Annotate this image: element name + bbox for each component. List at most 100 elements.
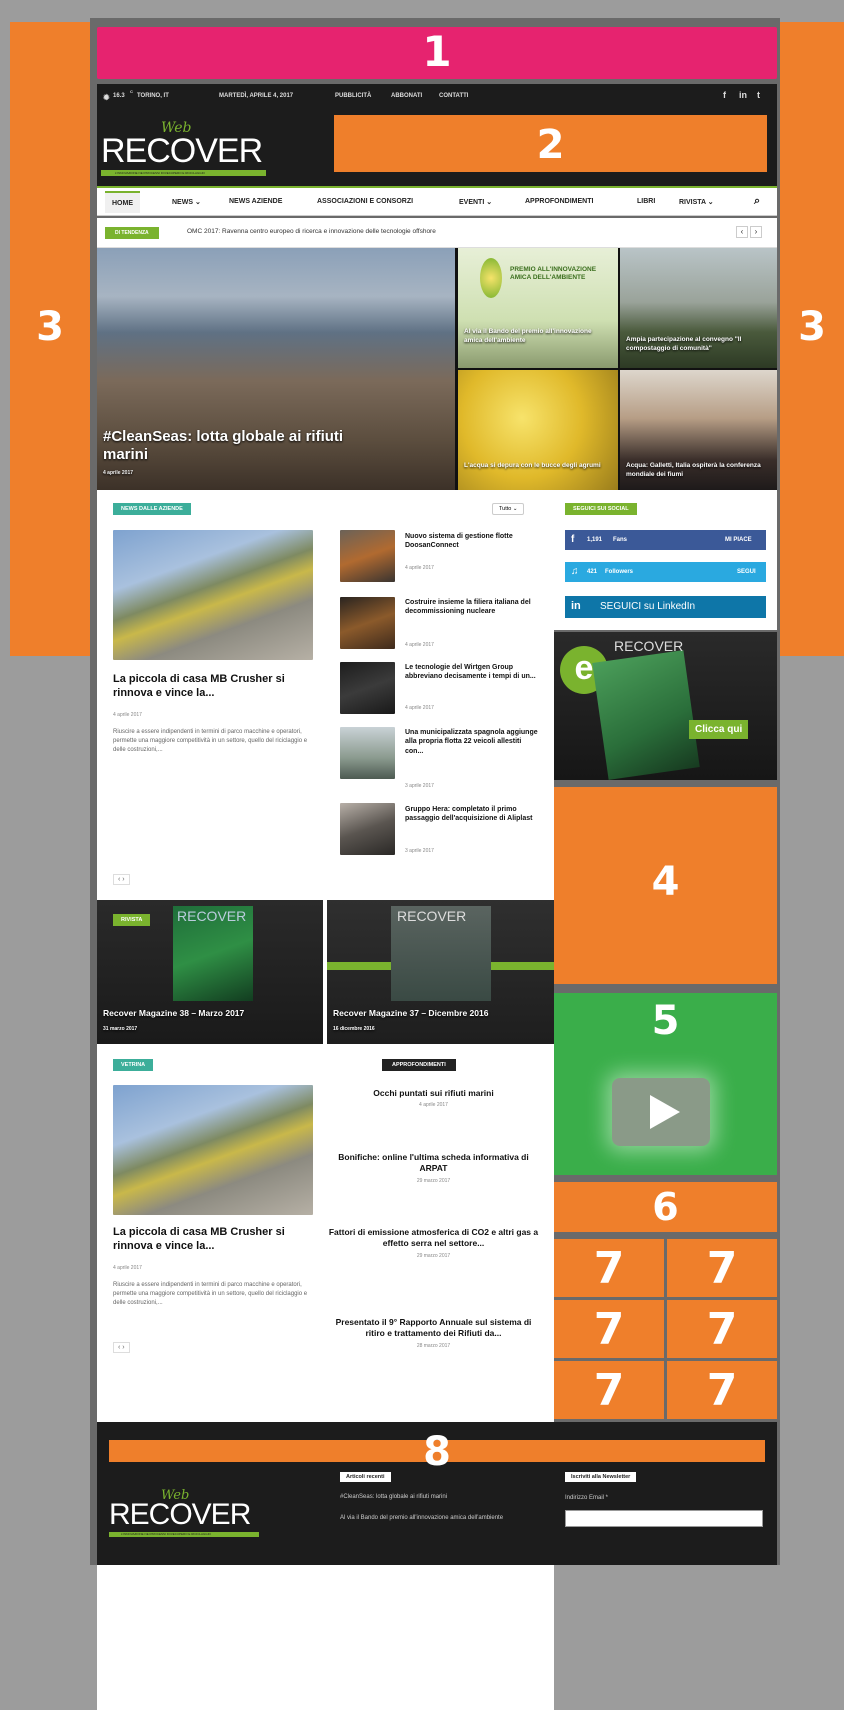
news-pager[interactable]: ‹ ›: [113, 874, 130, 885]
news-list-title[interactable]: Costruire insieme la filiera italiana de…: [405, 598, 540, 617]
ticker-prev-button[interactable]: ‹: [736, 226, 748, 238]
featured-tile-4[interactable]: Acqua: Galletti, Italia ospiterà la conf…: [620, 370, 777, 490]
trending-headline[interactable]: OMC 2017: Ravenna centro europeo di rice…: [187, 228, 436, 235]
news-filter-dropdown[interactable]: Tutto ⌄: [492, 503, 525, 515]
slot-number: 7: [593, 1365, 625, 1416]
approf-item[interactable]: Fattori di emissione atmosferica di CO2 …: [325, 1227, 542, 1259]
magazine-tile-37[interactable]: RECOVER Recover Magazine 37 – Dicembre 2…: [327, 900, 554, 1044]
right-skin-ad-slot[interactable]: 3: [780, 22, 844, 656]
facebook-icon[interactable]: f: [723, 90, 726, 100]
magazine-ad-banner[interactable]: e RECOVER Clicca qui: [554, 632, 777, 780]
small-ad-slot[interactable]: 7: [554, 1361, 664, 1419]
slot-number: 8: [423, 1429, 451, 1475]
news-list-title[interactable]: Nuovo sistema di gestione flotte DoosanC…: [405, 532, 540, 551]
nav-approfondimenti[interactable]: APPROFONDIMENTI: [525, 198, 593, 205]
magazine-38-title[interactable]: Recover Magazine 38 – Marzo 2017: [103, 1008, 244, 1018]
top-leaderboard-ad-slot[interactable]: 1: [97, 27, 777, 79]
small-ad-slot[interactable]: 7: [554, 1239, 664, 1297]
site-footer: 8 Web RECOVER L'INNOVAZIONE NEI PROCESSI…: [97, 1422, 777, 1565]
footer-logo[interactable]: Web RECOVER L'INNOVAZIONE NEI PROCESSI D…: [101, 1488, 271, 1548]
news-lead-date: 4 aprile 2017: [113, 712, 142, 718]
news-list-title[interactable]: Le tecnologie del Wirtgen Group abbrevia…: [405, 663, 540, 682]
facebook-label: Fans: [613, 537, 628, 543]
approf-title[interactable]: Bonifiche: online l'ultima scheda inform…: [325, 1152, 542, 1175]
ad-logo: RECOVER: [614, 638, 684, 654]
featured-tile-2-title[interactable]: Ampia partecipazione al convegno "Il com…: [626, 336, 771, 354]
featured-tile-3[interactable]: L'acqua si depura con le bucce degli agr…: [458, 370, 618, 490]
magazine-37-title[interactable]: Recover Magazine 37 – Dicembre 2016: [333, 1008, 488, 1018]
ad-cta-button[interactable]: Clicca qui: [689, 720, 749, 739]
play-button[interactable]: [612, 1078, 710, 1146]
small-ad-slot[interactable]: 7: [667, 1239, 777, 1297]
site-logo[interactable]: Web RECOVER L'INNOVAZIONE NEI PROCESSI D…: [101, 120, 271, 180]
nav-home[interactable]: HOME: [105, 191, 140, 213]
footer-recent-link[interactable]: Al via il Bando del premio all'innovazio…: [340, 1514, 540, 1524]
facebook-follow-button[interactable]: f 1,191 Fans MI PIACE: [565, 530, 766, 550]
ticker-next-button[interactable]: ›: [750, 226, 762, 238]
logo-wordmark: RECOVER: [101, 132, 263, 170]
video-ad-slot[interactable]: 5: [554, 993, 777, 1175]
approf-item[interactable]: Occhi puntati sui rifiuti marini 4 april…: [325, 1088, 542, 1108]
news-list-thumb[interactable]: [340, 803, 395, 855]
left-skin-ad-slot[interactable]: 3: [10, 22, 90, 656]
linkedin-follow-button[interactable]: in SEGUICI su LinkedIn: [565, 596, 766, 618]
topbar-link-contatti[interactable]: CONTATTI: [439, 93, 468, 99]
news-list-thumb[interactable]: [340, 727, 395, 779]
nav-eventi[interactable]: EVENTI ⌄: [459, 198, 492, 206]
footer-recent-link[interactable]: #CleanSeas: lotta globale ai rifiuti mar…: [340, 1494, 540, 1500]
featured-tile-1[interactable]: PREMIO ALL'INNOVAZIONE AMICA DELL'AMBIEN…: [458, 248, 618, 368]
news-list-thumb[interactable]: [340, 662, 395, 714]
rivista-badge: RIVISTA: [113, 914, 151, 926]
twitter-follow-button[interactable]: ♫ 421 Followers SEGUI: [565, 562, 766, 582]
small-ad-slot[interactable]: 7: [667, 1300, 777, 1358]
featured-tile-2[interactable]: Ampia partecipazione al convegno "Il com…: [620, 248, 777, 368]
topbar-link-pubblicita[interactable]: PUBBLICITÀ: [335, 93, 371, 99]
featured-main-tile[interactable]: #CleanSeas: lotta globale ai rifiuti mar…: [97, 248, 455, 490]
featured-tile-1-title[interactable]: Al via il Bando del premio all'innovazio…: [464, 328, 604, 346]
approf-item[interactable]: Presentato il 9° Rapporto Annuale sul si…: [325, 1317, 542, 1349]
magazine-tile-38[interactable]: RECOVER RIVISTA Recover Magazine 38 – Ma…: [97, 900, 323, 1044]
news-list-thumb[interactable]: [340, 597, 395, 649]
news-list-title[interactable]: Gruppo Hera: completato il primo passagg…: [405, 805, 540, 824]
header-ad-slot[interactable]: 2: [334, 115, 767, 172]
featured-main-date: 4 aprile 2017: [103, 470, 134, 476]
approf-title[interactable]: Presentato il 9° Rapporto Annuale sul si…: [325, 1317, 542, 1340]
slot-number: 2: [536, 122, 565, 168]
vetrina-image[interactable]: [113, 1085, 313, 1215]
news-lead-title[interactable]: La piccola di casa MB Crusher si rinnova…: [113, 672, 313, 701]
featured-main-title[interactable]: #CleanSeas: lotta globale ai rifiuti mar…: [103, 428, 363, 464]
vetrina-date: 4 aprile 2017: [113, 1265, 142, 1271]
nav-libri[interactable]: LIBRI: [637, 198, 655, 205]
approf-title[interactable]: Occhi puntati sui rifiuti marini: [325, 1088, 542, 1099]
nav-rivista[interactable]: RIVISTA ⌄: [679, 198, 714, 206]
approf-item[interactable]: Bonifiche: online l'ultima scheda inform…: [325, 1152, 542, 1184]
search-icon[interactable]: ⌕: [754, 195, 760, 208]
nav-news[interactable]: NEWS ⌄: [172, 198, 201, 206]
small-ad-slot[interactable]: 7: [554, 1300, 664, 1358]
news-list-title[interactable]: Una municipalizzata spagnola aggiunge al…: [405, 728, 540, 756]
approf-title[interactable]: Fattori di emissione atmosferica di CO2 …: [325, 1227, 542, 1250]
city: TORINO, IT: [137, 93, 169, 99]
sidebar-ad-slot[interactable]: 6: [554, 1182, 777, 1232]
nav-associazioni[interactable]: ASSOCIAZIONI E CONSORZI: [317, 198, 413, 205]
featured-tile-3-title[interactable]: L'acqua si depura con le bucce degli agr…: [464, 462, 604, 471]
vetrina-pager[interactable]: ‹ ›: [113, 1342, 130, 1353]
news-list-thumb[interactable]: [340, 530, 395, 582]
magazine-cover: [592, 650, 700, 780]
topbar-link-abbonati[interactable]: ABBONATI: [391, 93, 422, 99]
logo-tagline: L'INNOVAZIONE NEI PROCESSI DI RECUPERO E…: [101, 170, 266, 176]
news-lead-image[interactable]: [113, 530, 313, 660]
nav-news-aziende[interactable]: NEWS AZIENDE: [229, 198, 282, 205]
twitter-icon[interactable]: t: [757, 90, 760, 100]
newsletter-email-input[interactable]: [565, 1510, 763, 1527]
news-lead-excerpt: Riuscire a essere indipendenti in termin…: [113, 729, 308, 753]
vetrina-title[interactable]: La piccola di casa MB Crusher si rinnova…: [113, 1225, 318, 1254]
logo-tagline: L'INNOVAZIONE NEI PROCESSI DI RECUPERO E…: [109, 1532, 259, 1537]
temperature-unit: C: [130, 89, 133, 94]
sidebar-ad-slot[interactable]: 4: [554, 787, 777, 984]
linkedin-icon[interactable]: in: [739, 90, 747, 100]
approfondimenti-badge: APPROFONDIMENTI: [382, 1059, 456, 1071]
site-header: Web RECOVER L'INNOVAZIONE NEI PROCESSI D…: [97, 110, 777, 186]
featured-tile-4-title[interactable]: Acqua: Galletti, Italia ospiterà la conf…: [626, 462, 771, 480]
small-ad-slot[interactable]: 7: [667, 1361, 777, 1419]
